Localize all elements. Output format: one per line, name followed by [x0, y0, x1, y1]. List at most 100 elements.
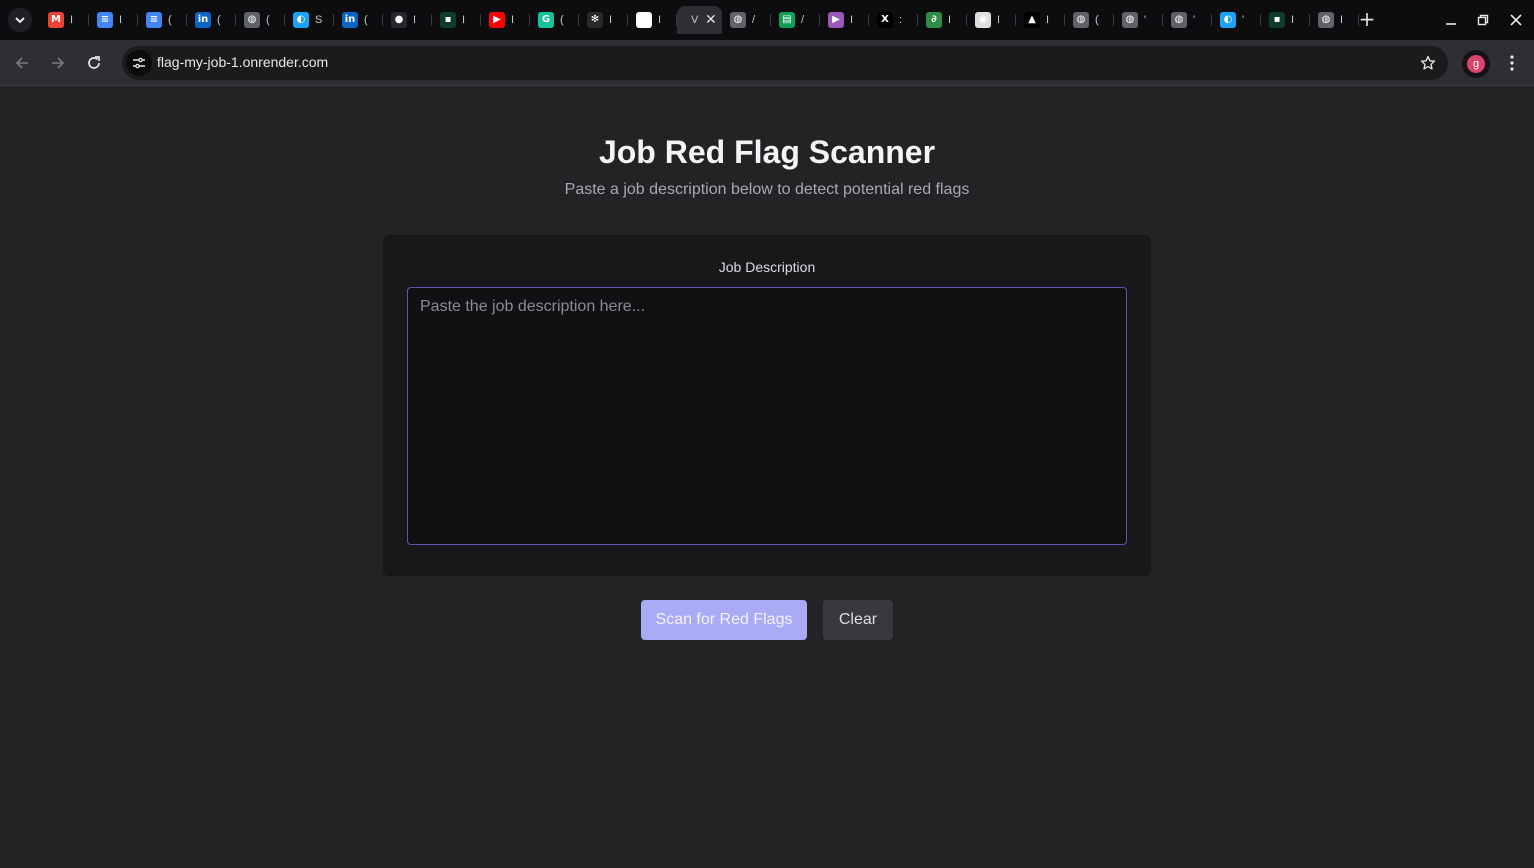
browser-tab[interactable]: ◐ S — [285, 6, 334, 34]
tab-title: I — [1046, 14, 1050, 26]
globe-icon: ◍ — [1073, 12, 1089, 28]
browser-tab[interactable]: ◍ / — [722, 6, 771, 34]
linkedin-icon: in — [195, 12, 211, 28]
restore-icon — [1477, 14, 1489, 26]
triangle-icon: ▲ — [1024, 12, 1040, 28]
close-icon — [1510, 14, 1522, 26]
browser-tab[interactable]: ◍ ' — [1114, 6, 1163, 34]
browser-tab[interactable]: ≡( — [138, 6, 187, 34]
tab-search-button[interactable] — [8, 8, 32, 32]
arrow-right-icon — [52, 57, 65, 69]
minimize-icon — [1446, 23, 1456, 25]
browser-tab[interactable]: ◢ I — [628, 6, 677, 34]
restore-button[interactable] — [1471, 8, 1495, 32]
page-title: Job Red Flag Scanner — [598, 134, 936, 170]
browser-tab[interactable]: ◉ I — [967, 6, 1016, 34]
tab-title: I — [850, 14, 854, 26]
site-info-button[interactable] — [126, 50, 152, 76]
bookmark-button[interactable] — [1418, 53, 1438, 73]
blue-app-icon: ◐ — [1220, 12, 1236, 28]
browser-tab[interactable]: ▤ / — [771, 6, 820, 34]
browser-tab[interactable]: ▶ I — [481, 6, 530, 34]
page-subtitle: Paste a job description below to detect … — [564, 181, 970, 198]
tab-title: ( — [217, 14, 221, 26]
tab-title: I — [1340, 14, 1344, 26]
browser-menu-button[interactable] — [1500, 51, 1524, 75]
clear-button[interactable]: Clear — [823, 600, 893, 640]
tab-title: ( — [168, 14, 172, 26]
tab-active[interactable]: V ✕ — [677, 6, 722, 34]
back-button[interactable] — [10, 51, 34, 75]
globe-icon: ◍ — [1318, 12, 1334, 28]
dark-app-icon: ▪ — [440, 12, 456, 28]
tab-title: I — [609, 14, 613, 26]
tab-title: I — [119, 14, 123, 26]
tab-title: / — [752, 14, 756, 26]
url-text[interactable]: flag-my-job-1.onrender.com — [157, 54, 328, 70]
browser-tab[interactable]: ● I — [383, 6, 432, 34]
globe-icon: ◍ — [244, 12, 260, 28]
job-description-card: Job Description — [383, 235, 1151, 576]
chrome-icon: ◉ — [975, 12, 991, 28]
tab-strip: M I ≡ I ≡(in(◍(◐ Sin(● I ▪ I ▶ I G(✻ I ◢ I V ✕ ◍ / ▤ / ▶ I X: ∂ I… — [0, 0, 1534, 40]
browser-tab[interactable]: ◍( — [236, 6, 285, 34]
tab-title: V — [691, 14, 699, 26]
star-icon — [1420, 55, 1436, 70]
forward-button[interactable] — [46, 51, 70, 75]
globe-icon: ◍ — [1171, 12, 1187, 28]
browser-tab[interactable]: ∂ I — [918, 6, 967, 34]
plus-icon: + — [1358, 7, 1376, 31]
dark-app-icon: ▪ — [1269, 12, 1285, 28]
browser-tab[interactable]: ◍ ' — [1163, 6, 1212, 34]
google-docs-icon: ≡ — [97, 12, 113, 28]
browser-tab[interactable]: ◐ ' — [1212, 6, 1261, 34]
browser-tab[interactable]: ▪ I — [432, 6, 481, 34]
tab-list: M I ≡ I ≡(in(◍(◐ Sin(● I ▪ I ▶ I G(✻ I ◢ I V ✕ ◍ / ▤ / ▶ I X: ∂ I… — [40, 6, 1359, 34]
tab-title: ( — [1095, 14, 1099, 26]
new-tab-button[interactable]: + — [1356, 7, 1378, 31]
browser-tab[interactable]: ◍( — [1065, 6, 1114, 34]
browser-tab[interactable]: MI — [40, 6, 89, 34]
blue-app-icon: ◐ — [293, 12, 309, 28]
gmail-icon: M — [48, 12, 64, 28]
arrow-left-icon — [15, 57, 28, 69]
browser-tab[interactable]: G( — [530, 6, 579, 34]
profile-button[interactable]: g — [1462, 50, 1490, 78]
browser-tab[interactable]: ▶ I — [820, 6, 869, 34]
chevron-down-icon — [15, 17, 25, 24]
close-tab-icon[interactable]: ✕ — [705, 12, 717, 28]
tab-title: I — [70, 14, 74, 26]
tab-title: I — [997, 14, 1001, 26]
grammarly-icon: G — [538, 12, 554, 28]
tab-title: ' — [1242, 14, 1245, 26]
reload-button[interactable] — [82, 51, 106, 75]
tab-title: I — [1291, 14, 1295, 26]
reload-icon — [88, 56, 100, 69]
job-description-input[interactable] — [407, 287, 1127, 545]
browser-tab[interactable]: ◍ I — [1310, 6, 1359, 34]
tab-title: ( — [266, 14, 270, 26]
tab-title: / — [801, 14, 805, 26]
close-window-button[interactable] — [1504, 8, 1528, 32]
globe-icon: ◍ — [1122, 12, 1138, 28]
address-bar[interactable]: flag-my-job-1.onrender.com — [122, 46, 1448, 80]
purple-play-icon: ▶ — [828, 12, 844, 28]
green-app-icon: ▤ — [779, 12, 795, 28]
browser-tab[interactable]: in ( — [334, 6, 383, 34]
minimize-button[interactable] — [1439, 8, 1463, 32]
scan-button[interactable]: Scan for Red Flags — [641, 600, 807, 640]
tab-title: I — [658, 14, 662, 26]
more-vert-icon — [1510, 55, 1514, 71]
browser-tab[interactable]: ▪ I — [1261, 6, 1310, 34]
tab-title: ' — [1144, 14, 1147, 26]
browser-tab[interactable]: in ( — [187, 6, 236, 34]
browser-tab[interactable]: ▲ I — [1016, 6, 1065, 34]
browser-tab[interactable]: ✻ I — [579, 6, 628, 34]
tab-title: ( — [560, 14, 564, 26]
browser-toolbar: flag-my-job-1.onrender.com g — [0, 40, 1534, 86]
browser-tab[interactable]: ≡ I — [89, 6, 138, 34]
browser-tab[interactable]: X: — [869, 6, 918, 34]
openai-icon: ✻ — [587, 12, 603, 28]
page-content: Job Red Flag Scanner Paste a job descrip… — [0, 87, 1534, 868]
tab-title: I — [511, 14, 515, 26]
